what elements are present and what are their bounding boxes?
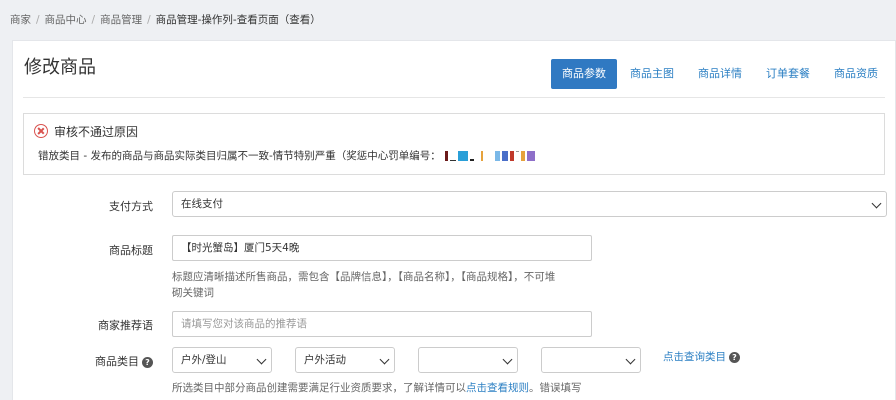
tab-order-package[interactable]: 订单套餐 <box>755 59 821 89</box>
breadcrumb-separator: / <box>36 14 40 26</box>
breadcrumb-item-current: 商品管理-操作列-查看页面（查看） <box>155 14 321 26</box>
category-query: 点击查询类目? <box>663 349 740 365</box>
tab-bar: 商品参数 商品主图 商品详情 订单套餐 商品资质 <box>549 59 889 89</box>
category-label-text: 商品类目 <box>95 355 139 368</box>
recommend-input[interactable]: 请填写您对该商品的推荐语 <box>172 311 592 337</box>
chevron-down-icon <box>871 198 882 209</box>
product-title-label: 商品标题 <box>109 244 153 257</box>
category-hint: 所选类目中部分商品创建需要满足行业资质要求，了解详情可以点击查看规则。错误填写 <box>172 380 582 396</box>
category-level2-value: 户外活动 <box>304 354 346 366</box>
category-label: 商品类目? <box>13 353 153 369</box>
category-level1-value: 户外/登山 <box>181 354 227 366</box>
chevron-down-icon <box>379 354 390 365</box>
redacted-ticket-number <box>444 150 537 162</box>
edit-product-card: 修改商品 商品参数 商品主图 商品详情 订单套餐 商品资质 审核不通过原因 错放… <box>12 40 896 400</box>
chevron-down-icon <box>625 354 636 365</box>
product-title-input[interactable]: 【时光蟹岛】厦门5天4晚 <box>172 235 592 261</box>
breadcrumb-item-merchant[interactable]: 商家 <box>10 14 31 26</box>
breadcrumb-separator: / <box>147 14 151 26</box>
category-level4-select[interactable] <box>541 347 641 373</box>
chevron-down-icon <box>256 354 267 365</box>
payment-method-select[interactable]: 在线支付 <box>172 191 887 217</box>
tab-product-details[interactable]: 商品详情 <box>687 59 753 89</box>
product-title-hint-line1: 标题应清晰描述所售商品，需包含【品牌信息】，【商品名称】，【商品规格】，不可堆 <box>172 271 556 283</box>
alert-title: 审核不通过原因 <box>54 125 139 139</box>
breadcrumb-separator: / <box>91 14 96 26</box>
category-hint-tail: 。错误填写 <box>529 382 582 394</box>
breadcrumb: 商家 / 商品中心 / 商品管理 / 商品管理-操作列-查看页面（查看） <box>10 12 321 27</box>
question-circle-icon[interactable]: ? <box>729 351 740 363</box>
close-circle-icon <box>34 124 48 138</box>
product-title-hint: 标题应清晰描述所售商品，需包含【品牌信息】，【商品名称】，【商品规格】，不可堆 … <box>172 269 555 301</box>
payment-method-value: 在线支付 <box>181 198 223 210</box>
payment-method-label: 支付方式 <box>109 200 153 213</box>
category-query-link[interactable]: 点击查询类目 <box>663 351 726 363</box>
title-divider <box>23 97 885 98</box>
category-hint-text: 所选类目中部分商品创建需要满足行业资质要求，了解详情可以 <box>172 382 466 394</box>
chevron-down-icon <box>502 354 513 365</box>
breadcrumb-item-product-center[interactable]: 商品中心 <box>45 14 87 26</box>
breadcrumb-item-product-manage[interactable]: 商品管理 <box>100 14 142 26</box>
alert-message-text: 错放类目 - 发布的商品与商品实际类目归属不一致-情节特别严重（奖惩中心罚单编号… <box>38 150 441 162</box>
recommend-label: 商家推荐语 <box>98 319 153 332</box>
tab-product-qualification[interactable]: 商品资质 <box>823 59 889 89</box>
question-circle-icon[interactable]: ? <box>142 356 153 368</box>
tab-product-main-image[interactable]: 商品主图 <box>619 59 685 89</box>
category-level1-select[interactable]: 户外/登山 <box>172 347 272 373</box>
tab-product-params[interactable]: 商品参数 <box>551 59 617 89</box>
rejection-alert: 审核不通过原因 错放类目 - 发布的商品与商品实际类目归属不一致-情节特别严重（… <box>23 113 885 175</box>
page-title: 修改商品 <box>24 57 96 78</box>
view-rules-link[interactable]: 点击查看规则 <box>466 382 529 394</box>
category-level3-select[interactable] <box>418 347 518 373</box>
product-title-hint-line2: 砌关键词 <box>172 287 214 299</box>
category-level2-select[interactable]: 户外活动 <box>295 347 395 373</box>
alert-message: 错放类目 - 发布的商品与商品实际类目归属不一致-情节特别严重（奖惩中心罚单编号… <box>38 148 537 163</box>
